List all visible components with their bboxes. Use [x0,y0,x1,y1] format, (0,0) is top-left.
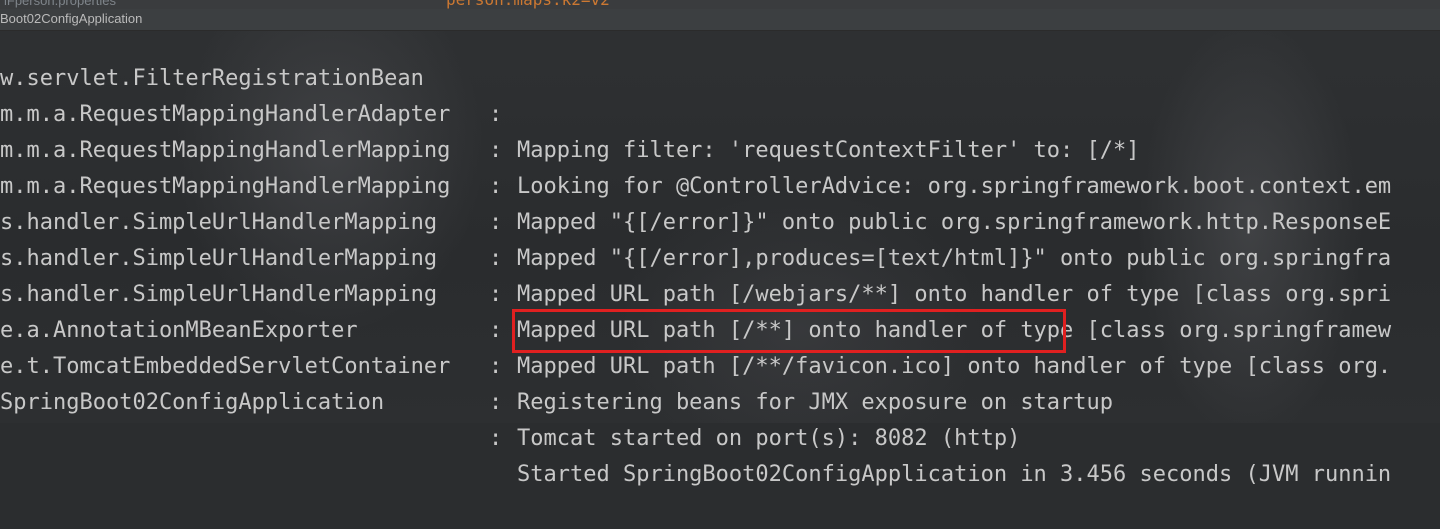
logger-name: e.a.AnnotationMBeanExporter [0,318,358,343]
log-message: Mapping filter: 'requestContextFilter' t… [517,138,1140,163]
log-message: Mapped URL path [/webjars/**] onto handl… [517,282,1392,307]
log-message: Looking for @ControllerAdvice: org.sprin… [517,174,1392,199]
separator: : [489,210,503,235]
console-line: e.t.TomcatEmbeddedServletContainer : Tom… [0,313,1020,451]
separator: : [489,102,503,127]
code-line: person.maps.k2=v2 [446,0,610,9]
separator: : [489,354,503,379]
console-line: w.servlet.FilterRegistrationBean : Mappi… [0,25,1140,163]
logger-name: m.m.a.RequestMappingHandlerAdapter [0,102,451,127]
separator: : [489,138,503,163]
logger-name: m.m.a.RequestMappingHandlerMapping [0,138,451,163]
logger-name: s.handler.SimpleUrlHandlerMapping [0,210,438,235]
console-line: s.handler.SimpleUrlHandlerMapping : Mapp… [0,205,1391,343]
console-line: m.m.a.RequestMappingHandlerMapping : Map… [0,133,1391,271]
logger-name: m.m.a.RequestMappingHandlerMapping [0,174,451,199]
separator: : [489,390,503,415]
highlight-box [512,309,1066,353]
logger-name: s.handler.SimpleUrlHandlerMapping [0,282,438,307]
logger-name: w.servlet.FilterRegistrationBean [0,66,424,91]
separator: : [489,426,503,451]
log-message: Mapped "{[/error]}" onto public org.spri… [517,210,1392,235]
console-line: SpringBoot02ConfigApplication : Started … [0,349,1391,487]
separator: : [489,246,503,271]
log-message: Mapped URL path [/**/favicon.ico] onto h… [517,354,1392,379]
run-config-title[interactable]: Boot02ConfigApplication [0,11,142,26]
log-message: Tomcat started on port(s): 8082 (http) [517,426,1021,451]
separator: : [489,318,503,343]
console-line: m.m.a.RequestMappingHandlerMapping : Map… [0,97,1391,235]
log-message: Registering beans for JMX exposure on st… [517,390,1114,415]
separator: : [489,174,503,199]
console-line: m.m.a.RequestMappingHandlerAdapter : Loo… [0,61,1391,199]
logger-name: SpringBoot02ConfigApplication [0,390,385,415]
console-line: s.handler.SimpleUrlHandlerMapping : Mapp… [0,241,1391,379]
log-message: Started SpringBoot02ConfigApplication in… [517,462,1392,487]
separator: : [489,282,503,307]
console-line: e.a.AnnotationMBeanExporter : Registerin… [0,277,1113,415]
run-tool-window-header[interactable]: Boot02ConfigApplication [0,9,1440,31]
editor-strip: iFperson.properties person.maps.k2=v2 [0,0,1440,9]
console-line: s.handler.SimpleUrlHandlerMapping : Mapp… [0,169,1391,307]
logger-name: s.handler.SimpleUrlHandlerMapping [0,246,438,271]
log-message: Mapped "{[/error],produces=[text/html]}"… [517,246,1392,271]
file-tab-label[interactable]: iFperson.properties [4,0,116,8]
logger-name: e.t.TomcatEmbeddedServletContainer [0,354,451,379]
